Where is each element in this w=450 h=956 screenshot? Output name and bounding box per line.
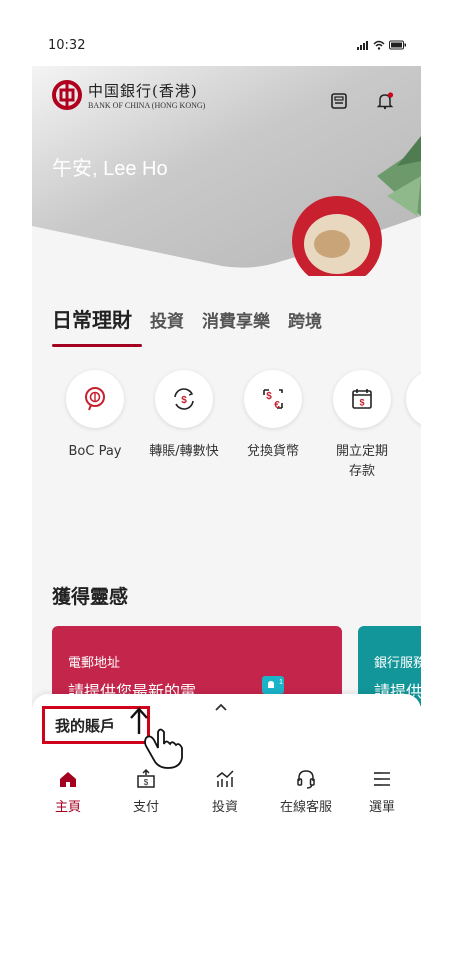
quick-actions: BoC Pay $ 轉賬/轉數快 $ € 兌換貨幣 $ 開立定期存款: [32, 370, 421, 500]
quick-action-more[interactable]: [406, 370, 421, 428]
bank-logo: 中国銀行(香港) BANK OF CHINA (HONG KONG): [52, 80, 205, 110]
hand-swipe-icon: [144, 728, 183, 769]
phone-screen: 10:32 中国銀行(香港) BANK OF CHINA (HONG KONG)…: [32, 28, 421, 828]
quick-action-time-deposit[interactable]: $ 開立定期存款: [317, 370, 407, 482]
tab-cross-border[interactable]: 跨境: [288, 304, 322, 347]
quick-action-currency-exchange[interactable]: $ € 兌換貨幣: [228, 370, 318, 462]
bank-name-en: BANK OF CHINA (HONG KONG): [88, 101, 206, 110]
wifi-icon: [373, 40, 385, 50]
quick-action-label: 轉賬/轉數快: [149, 444, 219, 459]
quick-action-label: 開立定期存款: [335, 444, 388, 479]
greeting: 午安, Lee Ho: [52, 158, 168, 180]
notification-badge-icon: 1: [262, 676, 284, 694]
svg-text:$: $: [359, 398, 364, 408]
time-deposit-icon: $: [352, 389, 372, 409]
svg-text:$: $: [266, 391, 272, 402]
nav-label: 在線客服: [279, 800, 332, 815]
status-bar: 10:32: [32, 28, 421, 66]
transfer-icon: $: [174, 388, 194, 410]
nav-online-service[interactable]: 在線客服: [274, 766, 338, 815]
svg-text:$: $: [181, 395, 187, 406]
bottom-navigation: 主頁 $ 支付 投資 在線客服 選單: [32, 766, 421, 828]
boc-pay-icon: [85, 387, 105, 411]
tab-daily-finance[interactable]: 日常理財: [52, 304, 142, 347]
nav-home[interactable]: 主頁: [38, 766, 98, 815]
nav-label: 選單: [368, 800, 395, 815]
svg-text:€: €: [274, 400, 280, 411]
payment-icon: $: [137, 768, 155, 788]
home-icon: [60, 772, 76, 787]
quick-action-boc-pay[interactable]: BoC Pay: [50, 370, 140, 462]
bell-icon: [376, 92, 394, 110]
nav-label: 主頁: [54, 800, 81, 815]
nav-menu[interactable]: 選單: [352, 766, 412, 815]
bank-name-cn: 中国銀行(香港): [88, 82, 198, 100]
token-icon: [331, 93, 347, 109]
nav-label: 支付: [132, 800, 159, 815]
boc-logo-icon: [52, 80, 82, 110]
category-tabs: 日常理財 投資 消費享樂 跨境: [52, 304, 340, 347]
investment-icon: [216, 770, 234, 787]
tab-lifestyle[interactable]: 消費享樂: [202, 304, 270, 347]
quick-action-transfer[interactable]: $ 轉賬/轉數快: [139, 370, 229, 462]
quick-action-label: BoC Pay: [68, 444, 122, 459]
card-title: 銀行服務: [374, 656, 421, 671]
menu-icon: [374, 772, 390, 786]
system-icons: [357, 40, 407, 50]
token-button[interactable]: [328, 90, 350, 112]
inspiration-title: 獲得靈感: [52, 586, 129, 608]
svg-text:$: $: [144, 778, 149, 787]
headset-icon: [297, 770, 315, 789]
tab-investment[interactable]: 投資: [150, 304, 184, 347]
quick-action-label: 兌換貨幣: [246, 444, 299, 459]
svg-text:1: 1: [279, 679, 283, 686]
card-title: 電郵地址: [68, 656, 121, 671]
status-time: 10:32: [48, 38, 86, 53]
signal-icon: [357, 41, 368, 50]
nav-payment[interactable]: $ 支付: [116, 766, 176, 815]
drawer-expand-icon[interactable]: [214, 700, 228, 716]
my-accounts-label: 我的賬戶: [55, 716, 116, 735]
currency-exchange-icon: $ €: [263, 389, 283, 411]
nav-investment[interactable]: 投資: [195, 766, 255, 815]
nav-label: 投資: [211, 800, 238, 815]
notification-button[interactable]: [374, 90, 396, 112]
battery-icon: [389, 40, 406, 50]
